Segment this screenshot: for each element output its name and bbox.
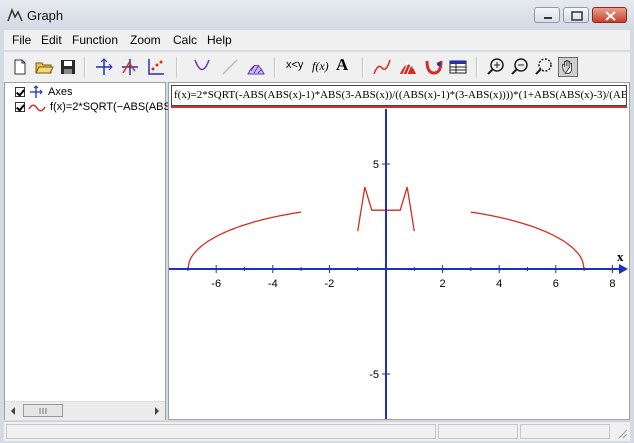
trendline-icon[interactable] <box>372 57 392 77</box>
plot-area[interactable]: -6 -4 -2 2 4 6 8 5 -5 x <box>169 83 629 419</box>
xy-relation-button[interactable]: x<y <box>286 59 303 71</box>
maximize-icon <box>571 11 583 21</box>
status-field-main <box>6 424 436 439</box>
zoom-out-icon[interactable] <box>510 57 530 77</box>
menu-edit[interactable]: Edit <box>41 33 62 47</box>
insert-label-button[interactable]: A <box>336 55 348 75</box>
title-bar: Graph <box>0 0 634 30</box>
status-bar <box>4 421 630 441</box>
function-label: f(x)=2*SQRT(−ABS(ABS( <box>50 101 175 113</box>
save-icon[interactable] <box>58 57 78 77</box>
new-file-icon[interactable] <box>10 57 30 77</box>
horizontal-scrollbar[interactable] <box>5 401 165 420</box>
window-title: Graph <box>27 8 64 23</box>
scrollbar-thumb[interactable] <box>23 404 63 417</box>
table-icon[interactable] <box>448 57 468 77</box>
status-field-extra <box>520 424 610 439</box>
menu-function[interactable]: Function <box>72 33 118 47</box>
function-curve-icon <box>28 104 46 112</box>
x-tick-label: -2 <box>325 278 335 290</box>
minimize-button[interactable] <box>534 7 560 23</box>
axes-icon[interactable] <box>94 57 114 77</box>
x-axis-label: x <box>617 249 624 264</box>
toolbar-separator <box>176 57 178 78</box>
x-tick-label: 8 <box>609 278 615 290</box>
y-tick-label: 5 <box>373 159 379 171</box>
resize-grip-icon[interactable] <box>616 427 628 439</box>
open-folder-icon[interactable] <box>34 57 54 77</box>
minimize-icon <box>544 17 552 19</box>
x-tick-label: -4 <box>268 278 278 290</box>
menu-file[interactable]: File <box>12 33 31 47</box>
close-icon <box>605 11 616 21</box>
function-checkbox[interactable] <box>15 102 25 112</box>
area-shading-icon[interactable] <box>398 57 418 77</box>
fx-button[interactable]: f(x) <box>312 59 329 74</box>
status-field-coordinates <box>438 424 518 439</box>
axes-small-icon <box>30 85 43 98</box>
toolbar: x<y f(x) A <box>4 52 630 83</box>
scroll-left-arrow-icon[interactable] <box>9 406 17 416</box>
close-button[interactable] <box>592 7 627 23</box>
scroll-right-arrow-icon[interactable] <box>153 406 161 416</box>
graph-app-icon <box>7 8 23 22</box>
toolbar-separator <box>274 57 276 78</box>
zoom-window-icon[interactable] <box>534 57 554 77</box>
graph-canvas[interactable]: f(x)=2*SQRT(-ABS(ABS(x)-1)*ABS(3-ABS(x))… <box>168 82 630 420</box>
toolbar-separator <box>476 57 478 78</box>
x-axis-arrow <box>619 264 628 274</box>
toolbar-separator <box>362 57 364 78</box>
y-tick-label: -5 <box>369 369 379 381</box>
menu-help[interactable]: Help <box>207 33 232 47</box>
menu-zoom[interactable]: Zoom <box>130 33 161 47</box>
relation-icon[interactable] <box>220 57 240 77</box>
x-tick-label: -6 <box>211 278 221 290</box>
shading-icon[interactable] <box>246 57 266 77</box>
insert-function-axes-icon[interactable] <box>120 57 140 77</box>
x-tick-label: 2 <box>440 278 446 290</box>
maximize-button[interactable] <box>563 7 589 23</box>
tangent-icon[interactable] <box>192 57 212 77</box>
menu-calc[interactable]: Calc <box>173 33 197 47</box>
point-series-icon[interactable] <box>146 57 166 77</box>
function-list-panel: Axes f(x)=2*SQRT(−ABS(ABS( <box>4 82 175 420</box>
axes-label: Axes <box>48 86 73 98</box>
move-hand-icon[interactable] <box>558 57 578 77</box>
zoom-in-icon[interactable] <box>486 57 506 77</box>
axes-checkbox[interactable] <box>15 87 25 97</box>
curve-segment <box>187 211 302 270</box>
menu-bar: File Edit Function Zoom Calc Help <box>4 30 630 50</box>
x-tick-label: 6 <box>553 278 559 290</box>
curve-segment <box>470 211 585 270</box>
evaluate-icon[interactable] <box>424 57 444 77</box>
x-tick-label: 4 <box>496 278 502 290</box>
grip-icon <box>39 408 47 414</box>
toolbar-separator <box>84 57 86 78</box>
